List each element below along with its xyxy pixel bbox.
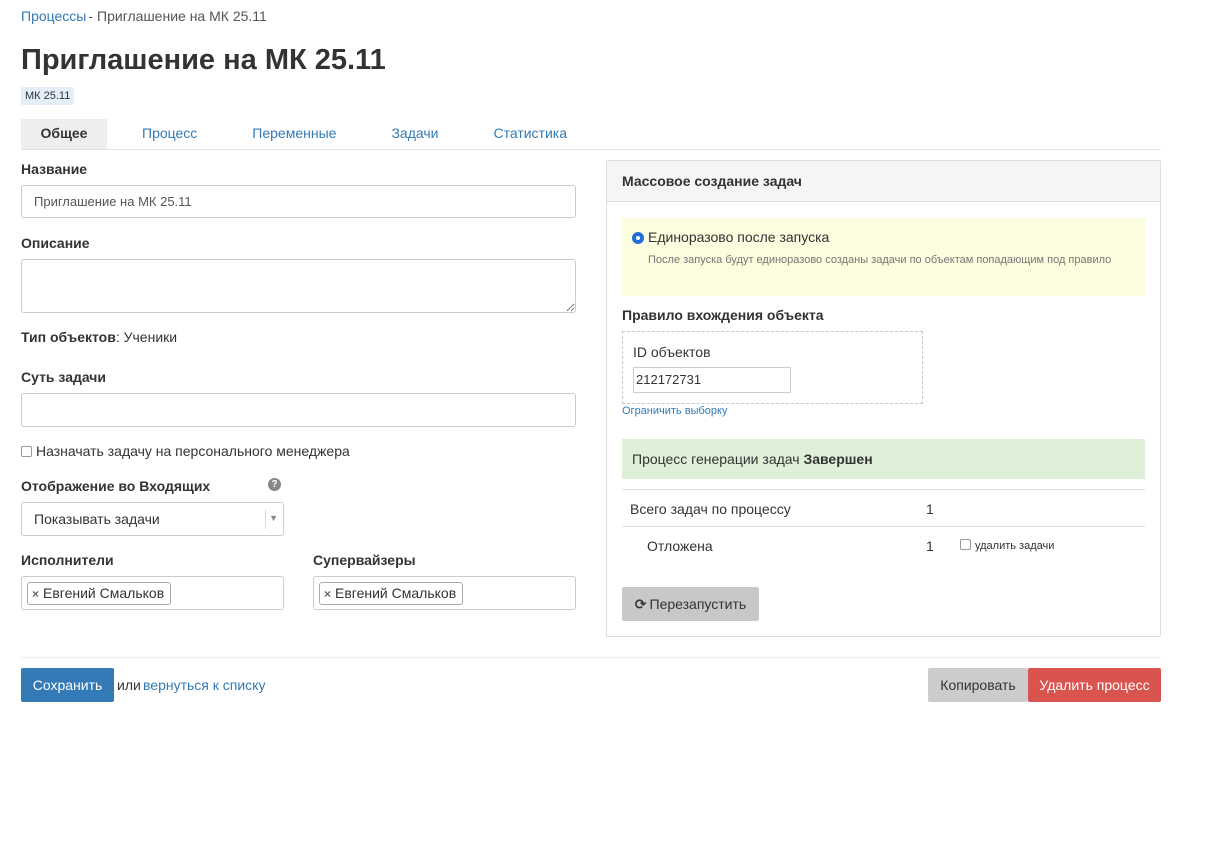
save-button[interactable]: Сохранить — [21, 668, 114, 702]
total-tasks-value: 1 — [926, 501, 934, 517]
executor-name: Евгений Смальков — [43, 585, 165, 601]
executors-label: Исполнители — [21, 552, 114, 568]
status-value: Завершен — [803, 451, 873, 467]
inbox-display-value: Показывать задачи — [34, 511, 160, 527]
delete-tasks-option: удалить задачи — [960, 539, 1054, 552]
name-input[interactable]: Приглашение на МК 25.11 — [21, 185, 576, 218]
tab-process[interactable]: Процесс — [122, 119, 217, 149]
restart-label: Перезапустить — [649, 596, 747, 612]
refresh-icon: ⟳ — [634, 596, 647, 612]
inbox-display-select[interactable]: Показывать задачи ▼ — [21, 502, 284, 536]
footer-divider — [21, 657, 1161, 658]
limit-selection-link[interactable]: Ограничить выборку — [622, 405, 727, 417]
delete-process-button[interactable]: Удалить процесс — [1028, 668, 1161, 702]
tab-statistics[interactable]: Статистика — [473, 119, 587, 149]
or-text: или — [117, 677, 141, 693]
supervisors-multiselect[interactable]: × Евгений Смальков — [313, 576, 576, 610]
breadcrumb-processes-link[interactable]: Процессы — [21, 8, 86, 24]
task-essence-label: Суть задачи — [21, 369, 107, 385]
status-prefix: Процесс генерации задач — [632, 451, 800, 467]
select-divider — [265, 509, 266, 529]
postponed-value: 1 — [926, 538, 934, 554]
page-title: Приглашение на МК 25.11 — [21, 44, 386, 76]
rule-box: ID объектов 212172731 — [622, 331, 923, 404]
back-to-list-link[interactable]: вернуться к списку — [143, 677, 265, 693]
remove-executor-icon[interactable]: × — [32, 587, 39, 601]
supervisor-chip: × Евгений Смальков — [319, 582, 464, 605]
assign-manager-checkbox[interactable] — [21, 446, 32, 457]
object-ids-input[interactable]: 212172731 — [633, 367, 791, 393]
breadcrumb-separator: - — [88, 8, 94, 24]
stats-row: Всего задач по процессу 1 — [622, 490, 1145, 527]
generation-status: Процесс генерации задач Завершен — [622, 439, 1145, 479]
run-once-hint: После запуска будут единоразово созданы … — [648, 254, 1112, 266]
run-once-option[interactable]: Единоразово после запуска После запуска … — [622, 218, 1145, 296]
executors-multiselect[interactable]: × Евгений Смальков — [21, 576, 284, 610]
stats-row: Отложена 1 удалить задачи — [622, 527, 1145, 564]
delete-tasks-label: удалить задачи — [975, 540, 1055, 552]
tab-general[interactable]: Общее — [21, 119, 107, 149]
supervisors-label: Супервайзеры — [313, 552, 416, 568]
tab-variables[interactable]: Переменные — [232, 119, 356, 149]
tab-tasks[interactable]: Задачи — [371, 119, 458, 149]
restart-button[interactable]: ⟳ Перезапустить — [622, 587, 759, 621]
object-type-value: : Ученики — [115, 329, 178, 345]
tab-bar: Общее Процесс Переменные Задачи Статисти… — [21, 119, 1161, 150]
rule-label: Правило вхождения объекта — [622, 307, 824, 323]
task-stats: Всего задач по процессу 1 Отложена 1 уда… — [622, 489, 1145, 564]
chevron-down-icon: ▼ — [269, 513, 278, 523]
executor-chip: × Евгений Смальков — [27, 582, 172, 605]
mass-task-panel: Массовое создание задач Единоразово посл… — [606, 160, 1161, 637]
tag-badge[interactable]: МК 25.11 — [21, 87, 75, 105]
description-label: Описание — [21, 235, 90, 251]
copy-button[interactable]: Копировать — [928, 668, 1028, 702]
remove-supervisor-icon[interactable]: × — [324, 587, 331, 601]
run-once-radio[interactable] — [632, 232, 644, 244]
assign-manager-label: Назначать задачу на персонального менедж… — [36, 443, 350, 459]
description-textarea[interactable] — [21, 259, 576, 313]
help-icon[interactable]: ? — [268, 478, 281, 491]
inbox-display-label: Отображение во Входящих — [21, 478, 211, 494]
postponed-label: Отложена — [647, 538, 713, 554]
name-label: Название — [21, 161, 88, 177]
breadcrumb: Процессы - Приглашение на МК 25.11 — [21, 8, 267, 24]
delete-tasks-checkbox[interactable] — [960, 539, 971, 550]
assign-manager-row: Назначать задачу на персонального менедж… — [21, 443, 350, 459]
total-tasks-label: Всего задач по процессу — [630, 501, 791, 517]
object-type-label: Тип объектов — [21, 329, 116, 345]
supervisor-name: Евгений Смальков — [335, 585, 457, 601]
breadcrumb-current: Приглашение на МК 25.11 — [97, 8, 267, 24]
run-once-label: Единоразово после запуска — [648, 229, 830, 245]
task-essence-input[interactable] — [21, 393, 576, 427]
object-ids-label: ID объектов — [633, 344, 711, 360]
panel-title: Массовое создание задач — [607, 161, 1160, 202]
object-type: Тип объектов: Ученики — [21, 329, 177, 345]
